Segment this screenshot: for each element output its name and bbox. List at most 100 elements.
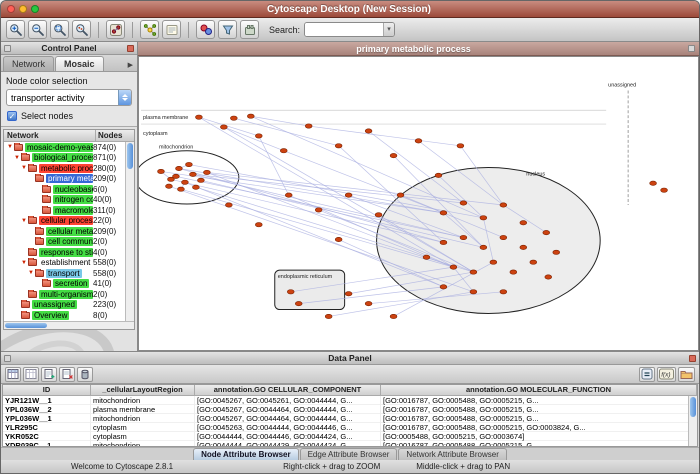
tree-item[interactable]: unassigned <box>4 300 93 309</box>
panel-close-icon[interactable] <box>4 45 11 52</box>
tree-horizontal-scrollbar[interactable] <box>4 321 134 329</box>
tree-header-nodes[interactable]: Nodes <box>96 130 134 141</box>
tree-item[interactable]: ▼transport <box>4 269 93 278</box>
search-dropdown-icon[interactable]: ▾ <box>383 23 394 36</box>
tree-row[interactable]: Overview8(0) <box>4 310 125 321</box>
tab-node-attribute-browser[interactable]: Node Attribute Browser <box>193 448 299 460</box>
tree-header-network[interactable]: Network <box>4 130 96 141</box>
scrollbar-thumb[interactable] <box>5 323 47 328</box>
new-attribute-icon[interactable] <box>41 367 57 382</box>
tree-item[interactable]: cellular metabolic process <box>4 227 93 236</box>
graphics-details-icon[interactable] <box>106 20 125 39</box>
zoom-in-icon[interactable] <box>6 20 25 39</box>
tree-item[interactable]: ▼cellular process <box>4 216 93 225</box>
tree-item[interactable]: multi-organism process <box>4 290 93 299</box>
column-header[interactable]: annotation.GO CELLULAR_COMPONENT <box>195 385 381 395</box>
tree-row[interactable]: primary metabolic process209(0) <box>4 174 125 185</box>
tab-edge-attribute-browser[interactable]: Edge Attribute Browser <box>300 448 398 460</box>
tree-item-label[interactable]: biological_process <box>32 153 93 162</box>
tree-item[interactable]: response to stimulus <box>4 248 93 257</box>
tree-row[interactable]: multi-organism process2(0) <box>4 289 125 300</box>
first-neighbors-icon[interactable] <box>140 20 159 39</box>
tree-item[interactable]: ▼ metabolic process <box>4 164 93 173</box>
table-row[interactable]: YDR039C__1mitochondrion[GO:0044444, GO:0… <box>3 441 697 446</box>
tree-item-label[interactable]: macromolecule metabolism <box>53 206 93 215</box>
tree-item-label[interactable]: multi-organism process <box>39 290 93 299</box>
zoom-fit-icon[interactable] <box>72 20 91 39</box>
tree-item-label[interactable]: cell communication <box>46 237 93 246</box>
tree-item[interactable]: Overview <box>4 311 93 320</box>
tree-row[interactable]: ▼metabolic process280(0) <box>4 163 125 174</box>
minimize-button[interactable] <box>19 5 27 13</box>
clear-table-icon[interactable] <box>77 367 93 382</box>
tree-item[interactable]: ▼ biological_process <box>4 153 93 162</box>
panel-float-icon[interactable] <box>127 45 134 52</box>
filters-icon[interactable] <box>218 20 237 39</box>
search-box[interactable]: ▾ <box>304 22 395 37</box>
tree-item[interactable]: nucleobase, nucleoside metabolism <box>4 185 93 194</box>
function-icon[interactable]: f(x) <box>657 367 676 382</box>
network-float-icon[interactable] <box>688 45 695 52</box>
titlebar[interactable]: Cytoscape Desktop (New Session) <box>1 1 699 18</box>
select-nodes-checkbox[interactable]: ✓ <box>7 111 17 121</box>
tree-row[interactable]: ▼establishment of localization558(0) <box>4 258 125 269</box>
table-vertical-scrollbar[interactable] <box>688 396 697 446</box>
search-input[interactable] <box>305 23 383 36</box>
tree-row[interactable]: ▼biological_process871(0) <box>4 153 125 164</box>
tree-row[interactable]: ▼mosaic-demo-yeast874(0) <box>4 142 125 153</box>
tree-item-label[interactable]: secretion <box>53 279 89 288</box>
tree-item[interactable]: secretion <box>4 279 93 288</box>
tree-expand-icon[interactable]: ▼ <box>6 144 14 150</box>
color-attribute-dropdown[interactable]: transporter activity <box>6 89 132 106</box>
tree-item-label[interactable]: metabolic process <box>39 164 93 173</box>
close-button[interactable] <box>7 5 15 13</box>
network-view-titlebar[interactable]: primary metabolic process <box>138 42 699 56</box>
control-panel-header[interactable]: Control Panel <box>1 42 137 55</box>
tab-network-attribute-browser[interactable]: Network Attribute Browser <box>398 448 506 460</box>
tree-row[interactable]: nucleobase, nucleoside metabolism6(0) <box>4 184 125 195</box>
tree-item-label[interactable]: mosaic-demo-yeast <box>25 143 93 152</box>
equation-builder-icon[interactable] <box>639 367 655 382</box>
tree-item[interactable]: nitrogen compound metabolism <box>4 195 93 204</box>
tree-item[interactable]: primary metabolic process <box>4 174 93 183</box>
tree-item[interactable]: cell communication <box>4 237 93 246</box>
tree-row[interactable]: unassigned223(0) <box>4 300 125 311</box>
tree-row[interactable]: ▼cellular process22(0) <box>4 216 125 227</box>
tree-item-label[interactable]: cellular process <box>39 216 93 225</box>
unselect-attributes-icon[interactable] <box>23 367 39 382</box>
select-attributes-icon[interactable] <box>5 367 21 382</box>
tree-item-label[interactable]: response to stimulus <box>39 248 93 257</box>
tree-row[interactable]: cell communication2(0) <box>4 237 125 248</box>
panel-close-icon[interactable] <box>4 355 11 362</box>
tree-item-label[interactable]: cellular metabolic process <box>46 227 93 236</box>
panel-float-icon[interactable] <box>689 355 696 362</box>
import-table-icon[interactable] <box>678 367 695 382</box>
tree-expand-icon[interactable]: ▼ <box>20 165 28 171</box>
plugins-icon[interactable] <box>240 20 259 39</box>
annotation-icon[interactable] <box>162 20 181 39</box>
tree-vertical-scrollbar[interactable] <box>125 142 134 321</box>
tree-expand-icon[interactable]: ▼ <box>20 260 28 266</box>
tree-item[interactable]: ▼ establishment of localization <box>4 258 93 267</box>
tree-row[interactable]: cellular metabolic process209(0) <box>4 226 125 237</box>
tree-item-label[interactable]: nucleobase, nucleoside metabolism <box>53 185 93 194</box>
column-header[interactable]: _cellularLayoutRegion <box>91 385 195 395</box>
tree-row[interactable]: ▼transport558(0) <box>4 268 125 279</box>
scrollbar-thumb[interactable] <box>127 143 133 169</box>
zoom-selected-icon[interactable] <box>50 20 69 39</box>
maximize-button[interactable] <box>31 5 39 13</box>
tree-row[interactable]: secretion41(0) <box>4 279 125 290</box>
tree-row[interactable]: response to stimulus4(0) <box>4 247 125 258</box>
tree-item[interactable]: ▼ mosaic-demo-yeast <box>4 143 93 152</box>
tree-expand-icon[interactable]: ▼ <box>13 155 21 161</box>
tree-item-label[interactable]: primary metabolic process <box>46 174 93 183</box>
tree-expand-icon[interactable]: ▼ <box>27 270 35 276</box>
scrollbar-thumb[interactable] <box>690 397 696 417</box>
tree-item-label[interactable]: nitrogen compound metabolism <box>53 195 93 204</box>
tree-item-label[interactable]: unassigned <box>32 300 77 309</box>
tab-mosaic[interactable]: Mosaic <box>55 56 104 71</box>
vizmapper-icon[interactable] <box>196 20 215 39</box>
tree-item-label[interactable]: establishment of localization <box>39 258 93 267</box>
tab-overflow-icon[interactable]: ▶ <box>128 61 135 71</box>
delete-attribute-icon[interactable] <box>59 367 75 382</box>
